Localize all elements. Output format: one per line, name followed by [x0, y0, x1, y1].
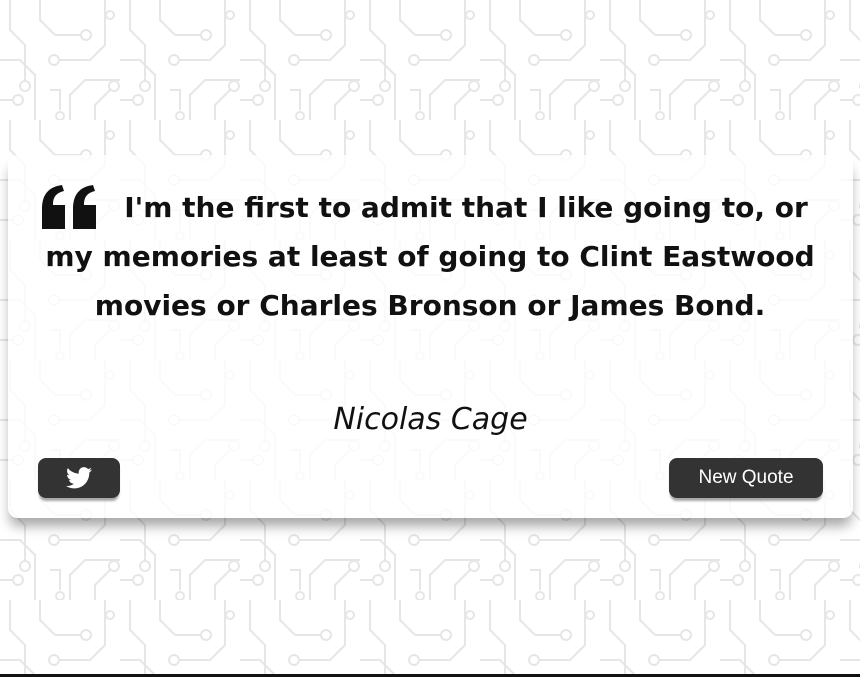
quote-text-area: I'm the first to admit that I like going… — [30, 183, 830, 330]
quote-box: I'm the first to admit that I like going… — [8, 155, 853, 518]
quote-left-icon — [42, 185, 96, 229]
quote-author: Nicolas Cage — [333, 402, 528, 437]
quote-text: I'm the first to admit that I like going… — [45, 191, 815, 322]
twitter-icon — [66, 467, 92, 489]
new-quote-button[interactable]: New Quote — [669, 458, 823, 498]
tweet-quote-button[interactable] — [38, 458, 120, 498]
